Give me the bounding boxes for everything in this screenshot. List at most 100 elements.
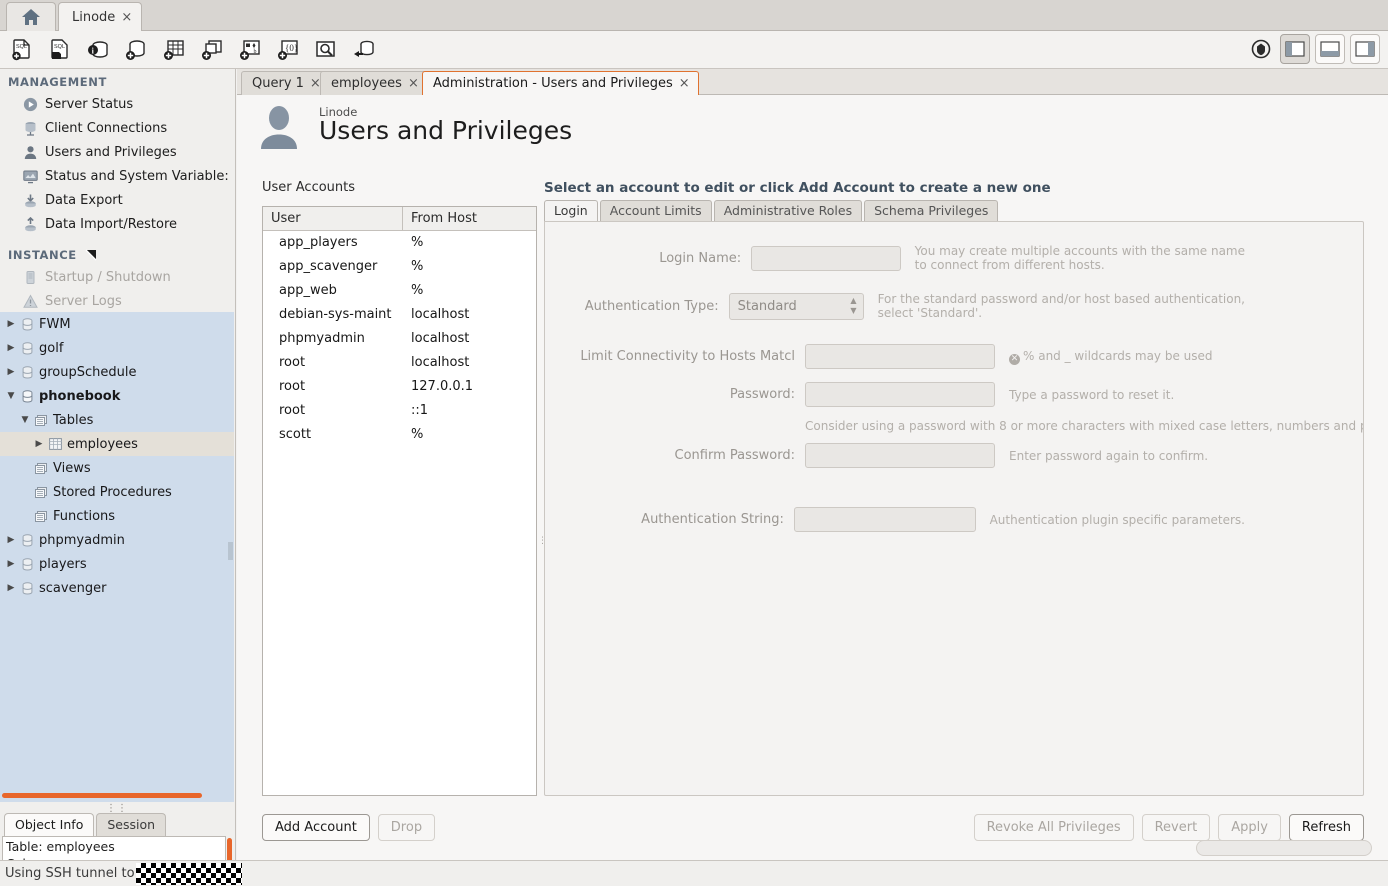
login-name-input[interactable]	[751, 246, 901, 271]
apply-button[interactable]: Apply	[1218, 814, 1281, 841]
tab-employees[interactable]: employees ×	[320, 71, 428, 95]
error-dot-icon: ✕	[1009, 354, 1020, 365]
new-schema-icon[interactable]	[120, 34, 152, 66]
new-sql-tab-icon[interactable]: SQL	[6, 34, 38, 66]
tree-horizontal-scrollbar[interactable]	[2, 793, 202, 798]
limit-hosts-input[interactable]	[805, 344, 995, 369]
user-accounts-table[interactable]: User From Host app_players % app_scaveng…	[262, 206, 537, 796]
tab-administration-users-and-privileges[interactable]: Administration - Users and Privileges ×	[422, 71, 699, 95]
open-sql-script-icon[interactable]: SQL	[44, 34, 76, 66]
help-text: % and _ wildcards may be used	[1023, 349, 1213, 363]
toggle-secondary-sidebar-icon[interactable]	[1350, 34, 1380, 64]
sidebar-item-data-import-restore[interactable]: Data Import/Restore	[0, 212, 235, 236]
sidebar-item-server-status[interactable]: Server Status	[0, 92, 235, 116]
cell-host: ::1	[403, 399, 536, 423]
tree-item-golf[interactable]: ▶ golf	[0, 336, 234, 360]
auth-type-select[interactable]: Standard ▲▼	[729, 293, 864, 320]
tree-item-players[interactable]: ▶ players	[0, 552, 234, 576]
confirm-password-input[interactable]	[805, 443, 995, 468]
close-icon[interactable]: ×	[679, 77, 690, 90]
chevron-right-icon[interactable]: ▶	[4, 535, 18, 545]
tab-login[interactable]: Login	[544, 200, 598, 221]
close-icon[interactable]: ×	[121, 11, 132, 24]
tree-item-tables[interactable]: ▼ Tables	[0, 408, 234, 432]
column-header-user[interactable]: User	[263, 207, 403, 230]
table-row[interactable]: root localhost	[263, 351, 536, 375]
tree-item-fwm[interactable]: ▶ FWM	[0, 312, 234, 336]
tab-account-limits[interactable]: Account Limits	[600, 200, 712, 221]
new-view-icon[interactable]	[196, 34, 228, 66]
new-table-icon[interactable]	[158, 34, 190, 66]
password-input[interactable]	[805, 382, 995, 407]
table-row[interactable]: phpmyadmin localhost	[263, 327, 536, 351]
refresh-button[interactable]: Refresh	[1289, 814, 1364, 841]
chevron-right-icon[interactable]: ▶	[4, 367, 18, 377]
cell-user: scott	[263, 423, 403, 447]
bottom-horizontal-scrollbar[interactable]	[1196, 840, 1372, 856]
tab-administrative-roles[interactable]: Administrative Roles	[714, 200, 862, 221]
admin-shield-icon[interactable]	[1247, 35, 1275, 63]
tree-item-phpmyadmin[interactable]: ▶ phpmyadmin	[0, 528, 234, 552]
chevron-down-icon[interactable]: ▼	[4, 391, 18, 401]
field-row-confirm-password: Confirm Password: Enter password again t…	[545, 443, 1245, 468]
table-row[interactable]: scott %	[263, 423, 536, 447]
panel-split-handle[interactable]: ⋮⋮	[104, 805, 130, 813]
tree-item-scavenger[interactable]: ▶ scavenger	[0, 576, 234, 600]
new-function-icon[interactable]: {0}	[272, 34, 304, 66]
table-row[interactable]: root 127.0.0.1	[263, 375, 536, 399]
tree-item-groupschedule[interactable]: ▶ groupSchedule	[0, 360, 234, 384]
toolbar-left-group: SQL SQL i b {0}	[6, 34, 380, 66]
chevron-down-icon[interactable]: ▼	[18, 415, 32, 425]
schema-tree[interactable]: ▶ FWM ▶ golf ▶ groupSchedule ▼ phonebook…	[0, 312, 234, 802]
search-data-icon[interactable]	[310, 34, 342, 66]
connection-info-icon[interactable]: i	[82, 34, 114, 66]
home-tab[interactable]	[6, 2, 56, 31]
tab-session[interactable]: Session	[96, 813, 166, 836]
auth-string-input[interactable]	[794, 507, 976, 532]
sidebar-item-label: Startup / Shutdown	[45, 270, 171, 285]
tree-item-functions[interactable]: Functions	[0, 504, 234, 528]
sidebar-item-data-export[interactable]: Data Export	[0, 188, 235, 212]
table-row[interactable]: app_web %	[263, 279, 536, 303]
column-header-from-host[interactable]: From Host	[403, 207, 536, 230]
revoke-all-privileges-button[interactable]: Revoke All Privileges	[974, 814, 1134, 841]
tab-object-info[interactable]: Object Info	[4, 813, 94, 836]
revert-button[interactable]: Revert	[1142, 814, 1211, 841]
table-icon	[46, 438, 64, 450]
connection-tab-linode[interactable]: Linode ×	[58, 2, 142, 31]
tree-item-views[interactable]: Views	[0, 456, 234, 480]
cell-host: localhost	[403, 303, 536, 327]
new-stored-procedure-icon[interactable]: b	[234, 34, 266, 66]
drop-button[interactable]: Drop	[378, 814, 435, 841]
toggle-output-icon[interactable]	[1315, 34, 1345, 64]
tab-query-1[interactable]: Query 1 ×	[241, 71, 330, 95]
tree-item-phonebook[interactable]: ▼ phonebook	[0, 384, 234, 408]
password-label: Password:	[545, 387, 795, 402]
sidebar-item-startup-shutdown[interactable]: Startup / Shutdown	[0, 265, 235, 289]
tree-vertical-grip[interactable]	[228, 542, 233, 560]
table-row[interactable]: app_players %	[263, 231, 536, 255]
table-row[interactable]: root ::1	[263, 399, 536, 423]
tree-item-stored-procedures[interactable]: Stored Procedures	[0, 480, 234, 504]
svg-text:{0}: {0}	[285, 43, 298, 53]
horizontal-split-handle[interactable]: ⋮	[538, 539, 543, 561]
toggle-sidebar-icon[interactable]	[1280, 34, 1310, 64]
chevron-right-icon[interactable]: ▶	[4, 583, 18, 593]
chevron-right-icon[interactable]: ▶	[4, 343, 18, 353]
tab-schema-privileges[interactable]: Schema Privileges	[864, 200, 998, 221]
add-account-button[interactable]: Add Account	[262, 814, 370, 841]
sidebar-item-users-and-privileges[interactable]: Users and Privileges	[0, 140, 235, 164]
table-row[interactable]: debian-sys-maint localhost	[263, 303, 536, 327]
spinner-arrows-icon[interactable]: ▲▼	[850, 297, 856, 315]
sidebar-item-client-connections[interactable]: Client Connections	[0, 116, 235, 140]
chevron-right-icon[interactable]: ▶	[4, 559, 18, 569]
chevron-right-icon[interactable]: ▶	[32, 439, 46, 449]
sidebar-item-status-and-system-variables[interactable]: Status and System Variable:	[0, 164, 235, 188]
sidebar-item-server-logs[interactable]: Server Logs	[0, 289, 235, 313]
chevron-right-icon[interactable]: ▶	[4, 319, 18, 329]
tree-item-employees[interactable]: ▶ employees	[0, 432, 234, 456]
close-icon[interactable]: ×	[408, 77, 419, 90]
login-name-label: Login Name:	[545, 251, 741, 266]
table-row[interactable]: app_scavenger %	[263, 255, 536, 279]
reconnect-server-icon[interactable]	[348, 34, 380, 66]
